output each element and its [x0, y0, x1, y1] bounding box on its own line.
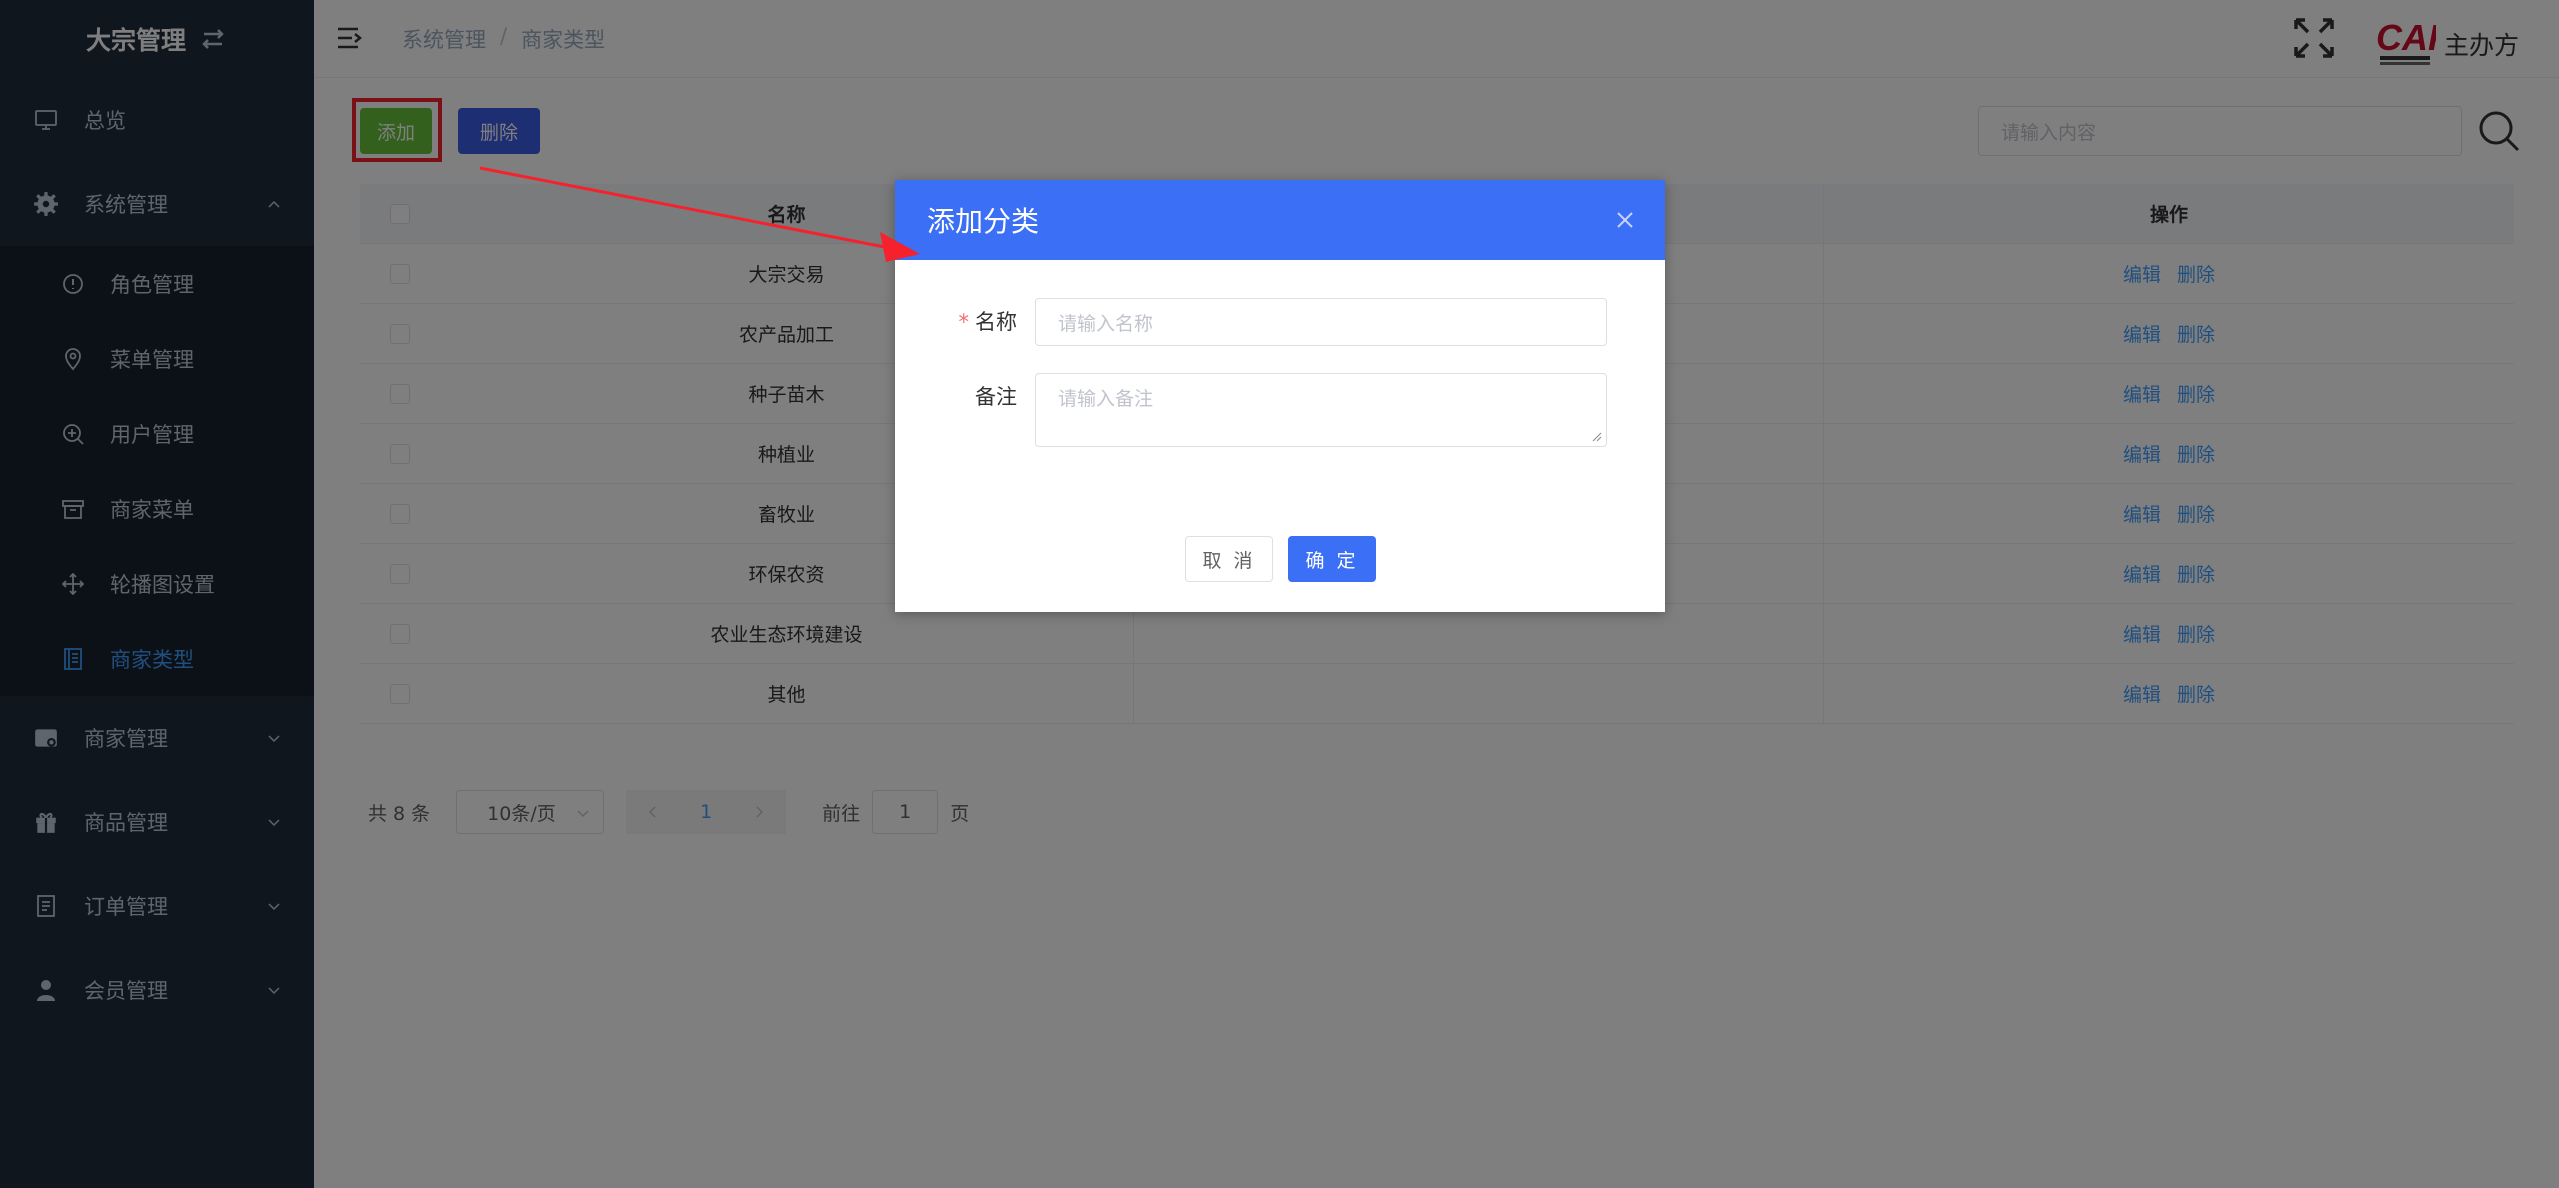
form-row-name: * 名称 请输入名称 [895, 298, 1607, 346]
add-category-dialog: 添加分类 * 名称 请输入名称 备注 请输入备注 取 消 确 定 [895, 180, 1665, 612]
close-icon[interactable] [1615, 210, 1635, 230]
dialog-title: 添加分类 [927, 205, 1040, 238]
name-input[interactable]: 请输入名称 [1035, 298, 1607, 346]
resize-grip-icon[interactable] [1590, 430, 1602, 442]
cancel-button[interactable]: 取 消 [1185, 536, 1273, 582]
name-placeholder: 请输入名称 [1058, 312, 1154, 335]
required-mark: * [958, 310, 970, 334]
note-textarea[interactable]: 请输入备注 [1035, 373, 1607, 447]
note-placeholder: 请输入备注 [1058, 388, 1154, 410]
name-label-text: 名称 [975, 310, 1017, 334]
form-row-note: 备注 请输入备注 [895, 373, 1607, 447]
confirm-button[interactable]: 确 定 [1288, 536, 1376, 582]
note-label: 备注 [975, 385, 1017, 409]
dialog-header: 添加分类 [895, 180, 1665, 260]
name-label: * 名称 [895, 298, 1035, 346]
